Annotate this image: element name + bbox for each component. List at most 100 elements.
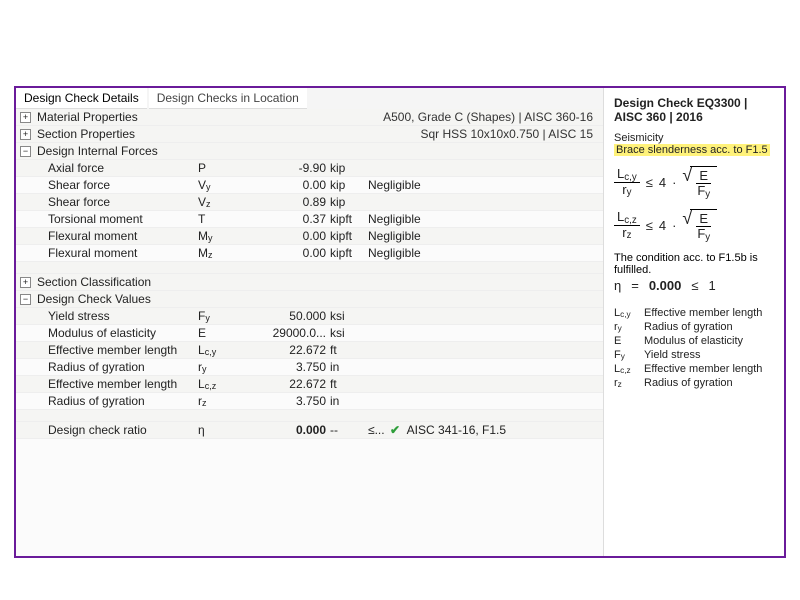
def-text: Radius of gyration — [644, 321, 733, 333]
row-symbol: Vz — [198, 195, 238, 209]
row-name: Modulus of elasticity — [48, 326, 198, 340]
table-row: Yield stress Fy 50.000 ksi — [16, 308, 603, 325]
minus-icon[interactable]: − — [20, 294, 31, 305]
row-value: 3.750 — [238, 360, 328, 374]
row-unit: kip — [328, 195, 360, 209]
row-symbol: Vy — [198, 178, 238, 192]
row-symbol: η — [198, 423, 238, 437]
numerator: Lc,y — [614, 167, 640, 183]
definition-row: ry Radius of gyration — [614, 321, 776, 333]
section-class-header[interactable]: + Section Classification — [16, 274, 603, 291]
table-row: Modulus of elasticity E 29000.0... ksi — [16, 325, 603, 342]
numerator: Lc,z — [614, 210, 640, 226]
denominator: rz — [619, 226, 634, 241]
dot: · — [672, 218, 676, 233]
denominator: Fy — [694, 184, 713, 199]
section-material-header[interactable]: + Material Properties A500, Grade C (Sha… — [16, 109, 603, 126]
table-row: Radius of gyration ry 3.750 in — [16, 359, 603, 376]
sqrt: √ E Fy — [682, 209, 717, 242]
plus-icon[interactable]: + — [20, 112, 31, 123]
numerator: E — [696, 169, 711, 184]
dot: · — [672, 175, 676, 190]
plus-icon[interactable]: + — [20, 129, 31, 140]
definition-row: Lc,z Effective member length — [614, 363, 776, 375]
row-unit: kipft — [328, 246, 360, 260]
def-symbol: Lc,z — [614, 363, 638, 375]
ref-text: AISC 341-16, F1.5 — [407, 423, 506, 437]
definition-row: Lc,y Effective member length — [614, 307, 776, 319]
formula-2: Lc,z rz ≤ 4 · √ E Fy — [614, 209, 776, 242]
section-right-text: A500, Grade C (Shapes) | AISC 360-16 — [383, 110, 599, 124]
row-value: 0.00 — [238, 246, 328, 260]
cmp-text: ≤... — [368, 423, 385, 437]
row-value: 3.750 — [238, 394, 328, 408]
section-title: Section Properties — [37, 127, 187, 141]
minus-icon[interactable]: − — [20, 146, 31, 157]
le-symbol: ≤ — [646, 218, 653, 233]
eta-line: η = 0.000 ≤ 1 — [614, 278, 776, 293]
row-unit: kip — [328, 161, 360, 175]
table-row: Flexural moment Mz 0.00 kipft Negligible — [16, 245, 603, 262]
section-forces-header[interactable]: − Design Internal Forces — [16, 143, 603, 160]
definition-row: rz Radius of gyration — [614, 377, 776, 389]
row-note: ≤... ✔ AISC 341-16, F1.5 — [360, 423, 599, 437]
eta-limit: 1 — [709, 278, 716, 293]
tab-location[interactable]: Design Checks in Location — [149, 88, 307, 109]
fraction: Lc,z rz — [614, 210, 640, 240]
row-value: 0.000 — [238, 423, 328, 437]
row-name: Effective member length — [48, 343, 198, 357]
row-unit: in — [328, 360, 360, 374]
row-value: 0.00 — [238, 229, 328, 243]
formula-1: Lc,y ry ≤ 4 · √ E Fy — [614, 166, 776, 199]
row-name: Shear force — [48, 178, 198, 192]
row-unit: -- — [328, 423, 360, 437]
def-symbol: E — [614, 335, 638, 347]
row-value: 29000.0... — [238, 326, 328, 340]
row-name: Design check ratio — [48, 423, 198, 437]
spacer-row — [16, 262, 603, 274]
row-symbol: Lc,z — [198, 377, 238, 391]
row-symbol: E — [198, 326, 238, 340]
row-symbol: P — [198, 161, 238, 175]
eq-symbol: = — [631, 278, 639, 293]
row-note: Negligible — [360, 229, 599, 243]
app-frame: Design Check Details Design Checks in Lo… — [14, 86, 786, 558]
table-row: Effective member length Lc,z 22.672 ft — [16, 376, 603, 393]
table-row: Flexural moment My 0.00 kipft Negligible — [16, 228, 603, 245]
le-symbol: ≤ — [646, 175, 653, 190]
def-symbol: Lc,y — [614, 307, 638, 319]
row-value: 0.37 — [238, 212, 328, 226]
row-name: Effective member length — [48, 377, 198, 391]
row-note: Negligible — [360, 178, 599, 192]
row-symbol: T — [198, 212, 238, 226]
definition-row: Fy Yield stress — [614, 349, 776, 361]
row-unit: ksi — [328, 326, 360, 340]
row-value: 0.89 — [238, 195, 328, 209]
coef: 4 — [659, 175, 666, 190]
table-row: Torsional moment T 0.37 kipft Negligible — [16, 211, 603, 228]
row-symbol: rz — [198, 394, 238, 408]
spacer-row — [16, 410, 603, 422]
section-values-header[interactable]: − Design Check Values — [16, 291, 603, 308]
section-title: Material Properties — [37, 110, 187, 124]
row-note: Negligible — [360, 212, 599, 226]
check-icon: ✔ — [390, 423, 400, 437]
row-symbol: Lc,y — [198, 343, 238, 357]
row-value: 22.672 — [238, 377, 328, 391]
section-section-header[interactable]: + Section Properties Sqr HSS 10x10x0.750… — [16, 126, 603, 143]
def-symbol: rz — [614, 377, 638, 389]
def-text: Modulus of elasticity — [644, 335, 743, 347]
table-row: Shear force Vy 0.00 kip Negligible — [16, 177, 603, 194]
row-name: Radius of gyration — [48, 394, 198, 408]
eta-value: 0.000 — [649, 278, 682, 293]
table-row: Effective member length Lc,y 22.672 ft — [16, 342, 603, 359]
plus-icon[interactable]: + — [20, 277, 31, 288]
row-unit: kipft — [328, 229, 360, 243]
row-note: Negligible — [360, 246, 599, 260]
tab-details[interactable]: Design Check Details — [16, 88, 147, 109]
definitions-list: Lc,y Effective member length ry Radius o… — [614, 307, 776, 389]
row-unit: ft — [328, 377, 360, 391]
left-pane: Design Check Details Design Checks in Lo… — [16, 88, 604, 556]
row-name: Axial force — [48, 161, 198, 175]
row-symbol: My — [198, 229, 238, 243]
